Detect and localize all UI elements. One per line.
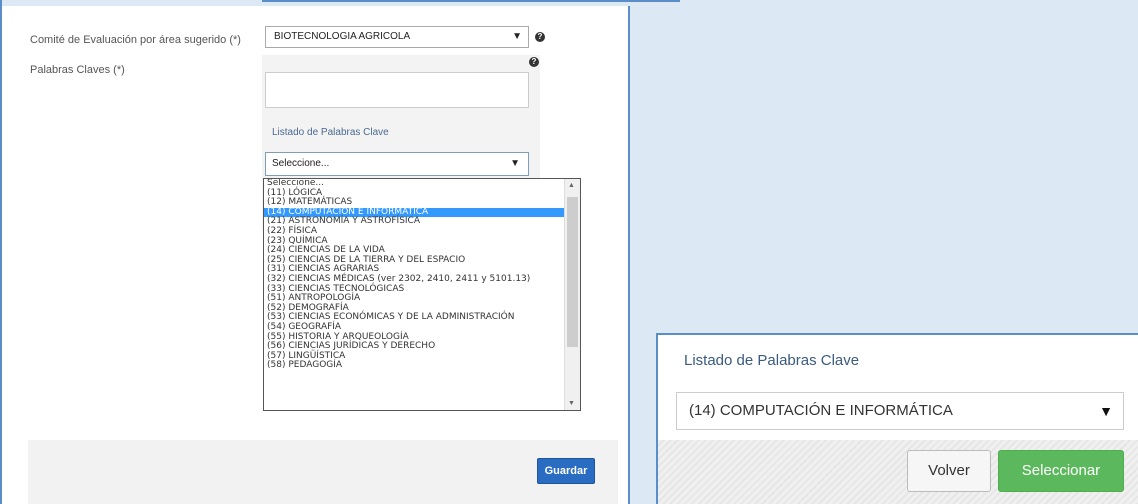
- dropdown-option[interactable]: (58) PEDAGOGÍA: [267, 361, 580, 371]
- keyword-select[interactable]: Seleccione... ▼: [265, 152, 529, 176]
- keywords-label: Palabras Claves (*): [30, 64, 125, 76]
- dropdown-options: Seleccione... (11) LÓGICA (12) MATEMÁTICAS…: [264, 179, 580, 371]
- committee-label: Comité de Evaluación por área sugerido (…: [30, 34, 241, 46]
- committee-select[interactable]: BIOTECNOLOGIA AGRICOLA ▼: [265, 26, 529, 48]
- select-button[interactable]: Seleccionar: [998, 450, 1124, 492]
- zoom-keyword-list-title: Listado de Palabras Clave: [684, 352, 860, 369]
- scroll-up-icon[interactable]: ▲: [568, 182, 575, 189]
- top-border-line: [262, 0, 680, 2]
- scroll-thumb[interactable]: [567, 197, 578, 347]
- save-button[interactable]: Guardar: [537, 458, 595, 484]
- keyword-dropdown-list[interactable]: Seleccione... (11) LÓGICA (12) MATEMÁTICAS…: [263, 178, 581, 411]
- back-button[interactable]: Volver: [907, 450, 991, 492]
- chevron-down-icon: ▼: [510, 158, 520, 169]
- chevron-down-icon: ▼: [512, 31, 522, 42]
- zoom-select-value: (14) COMPUTACIÓN E INFORMÁTICA: [689, 402, 953, 419]
- zoom-keyword-select[interactable]: (14) COMPUTACIÓN E INFORMÁTICA ▼: [676, 392, 1124, 430]
- committee-select-value: BIOTECNOLOGIA AGRICOLA: [274, 31, 411, 42]
- top-clip: [0, 0, 1138, 6]
- left-border: [0, 0, 2, 504]
- chevron-down-icon: ▼: [1099, 403, 1113, 419]
- form-footer: [28, 440, 618, 504]
- keywords-input[interactable]: [265, 72, 529, 108]
- scrollbar[interactable]: ▲ ▼: [564, 179, 580, 410]
- keyword-select-value: Seleccione...: [272, 158, 330, 169]
- scroll-down-icon[interactable]: ▼: [568, 400, 575, 407]
- keyword-list-title: Listado de Palabras Clave: [272, 127, 389, 138]
- help-icon[interactable]: ?: [529, 57, 539, 67]
- help-icon[interactable]: ?: [535, 32, 545, 42]
